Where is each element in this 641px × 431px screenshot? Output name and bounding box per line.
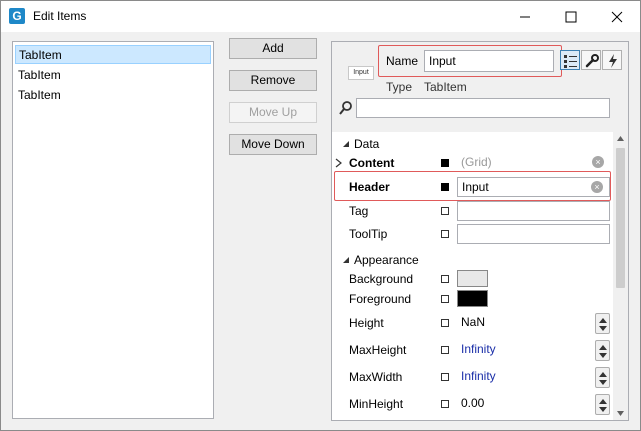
property-label: Tag xyxy=(349,204,369,218)
spin-up-icon xyxy=(599,372,607,377)
list-item[interactable]: TabItem xyxy=(15,66,211,85)
list-item[interactable]: TabItem xyxy=(15,45,211,64)
maxheight-spinner[interactable] xyxy=(595,340,610,361)
property-label: MaxHeight xyxy=(349,343,407,357)
property-marker[interactable] xyxy=(441,159,449,167)
property-marker[interactable] xyxy=(441,373,449,381)
property-row-height: Height NaN xyxy=(332,311,614,335)
property-marker[interactable] xyxy=(441,319,449,327)
minheight-value[interactable]: 0.00 xyxy=(457,394,610,414)
wrench-icon xyxy=(585,54,599,68)
property-grid: Input Name Input Type TabItem Data Conte… xyxy=(331,41,629,421)
events-button[interactable] xyxy=(602,50,622,70)
foreground-color-swatch[interactable] xyxy=(457,290,488,307)
close-button[interactable] xyxy=(594,1,640,32)
section-label: Data xyxy=(354,137,380,151)
content-value-text: (Grid) xyxy=(461,155,492,169)
property-label: Background xyxy=(349,272,414,286)
maximize-icon xyxy=(565,11,577,23)
property-row-minheight: MinHeight 0.00 xyxy=(332,392,614,416)
property-marker[interactable] xyxy=(441,295,449,303)
spin-up-icon xyxy=(599,399,607,404)
property-marker[interactable] xyxy=(441,346,449,354)
property-marker[interactable] xyxy=(441,207,449,215)
property-search-input[interactable] xyxy=(356,98,610,118)
list-view-icon xyxy=(564,55,577,68)
height-spinner[interactable] xyxy=(595,313,610,334)
spin-down-icon xyxy=(599,326,607,331)
property-marker[interactable] xyxy=(441,400,449,408)
property-label: Height xyxy=(349,316,384,330)
content-value[interactable]: (Grid) × xyxy=(457,153,610,173)
property-label: MinHeight xyxy=(349,397,404,411)
height-value[interactable]: NaN xyxy=(457,313,610,333)
background-color-swatch[interactable] xyxy=(457,270,488,287)
list-item[interactable]: TabItem xyxy=(15,86,211,105)
move-down-button[interactable]: Move Down xyxy=(229,134,317,155)
property-label: MaxWidth xyxy=(349,370,403,384)
minheight-spinner[interactable] xyxy=(595,394,610,415)
remove-button[interactable]: Remove xyxy=(229,70,317,91)
scroll-down-icon[interactable] xyxy=(617,411,624,416)
edit-items-window: G Edit Items TabItem TabItem TabItem Add… xyxy=(0,0,641,431)
search-icon xyxy=(338,100,354,116)
minimize-button[interactable] xyxy=(502,1,548,32)
spin-down-icon xyxy=(599,407,607,412)
spin-down-icon xyxy=(599,380,607,385)
items-listbox[interactable]: TabItem TabItem TabItem xyxy=(12,41,214,419)
maxwidth-value[interactable]: Infinity xyxy=(457,367,610,387)
name-highlight-box xyxy=(378,45,562,77)
tag-value-input[interactable] xyxy=(457,201,610,221)
type-label: Type xyxy=(386,80,413,94)
header-highlight-box xyxy=(334,171,611,201)
lightning-icon xyxy=(609,54,617,68)
minimize-icon xyxy=(520,16,530,18)
spin-up-icon xyxy=(599,318,607,323)
property-row-maxheight: MaxHeight Infinity xyxy=(332,338,614,362)
property-label: ToolTip xyxy=(349,227,388,241)
move-up-button[interactable]: Move Up xyxy=(229,102,317,123)
spin-down-icon xyxy=(599,353,607,358)
property-label: Content xyxy=(349,156,395,170)
scrollbar-thumb[interactable] xyxy=(616,148,625,288)
property-grid-header: Input Name Input Type TabItem xyxy=(332,42,628,132)
property-row-foreground: Foreground xyxy=(332,287,614,311)
app-logo-icon: G xyxy=(9,8,25,24)
section-label: Appearance xyxy=(354,253,419,267)
maxwidth-spinner[interactable] xyxy=(595,367,610,388)
type-value: TabItem xyxy=(424,80,467,94)
collapse-triangle-icon xyxy=(343,141,349,147)
property-row-tag: Tag xyxy=(332,199,614,223)
maxheight-value[interactable]: Infinity xyxy=(457,340,610,360)
property-marker[interactable] xyxy=(441,230,449,238)
close-icon xyxy=(611,11,623,23)
add-button[interactable]: Add xyxy=(229,38,317,59)
clear-icon[interactable]: × xyxy=(592,156,604,168)
title-bar: G Edit Items xyxy=(1,1,640,32)
properties-button[interactable] xyxy=(581,50,601,70)
property-marker[interactable] xyxy=(441,275,449,283)
item-preview: Input xyxy=(348,66,374,80)
spin-up-icon xyxy=(599,345,607,350)
property-label: Foreground xyxy=(349,292,412,306)
expand-arrow-icon[interactable] xyxy=(335,158,343,168)
tooltip-value-input[interactable] xyxy=(457,224,610,244)
collapse-triangle-icon xyxy=(343,257,349,263)
property-row-maxwidth: MaxWidth Infinity xyxy=(332,365,614,389)
property-row-tooltip: ToolTip xyxy=(332,222,614,246)
scroll-up-icon[interactable] xyxy=(617,136,624,141)
property-grid-scrollbar[interactable] xyxy=(613,132,628,420)
window-title: Edit Items xyxy=(33,9,87,23)
categorized-view-button[interactable] xyxy=(560,50,580,70)
maximize-button[interactable] xyxy=(548,1,594,32)
